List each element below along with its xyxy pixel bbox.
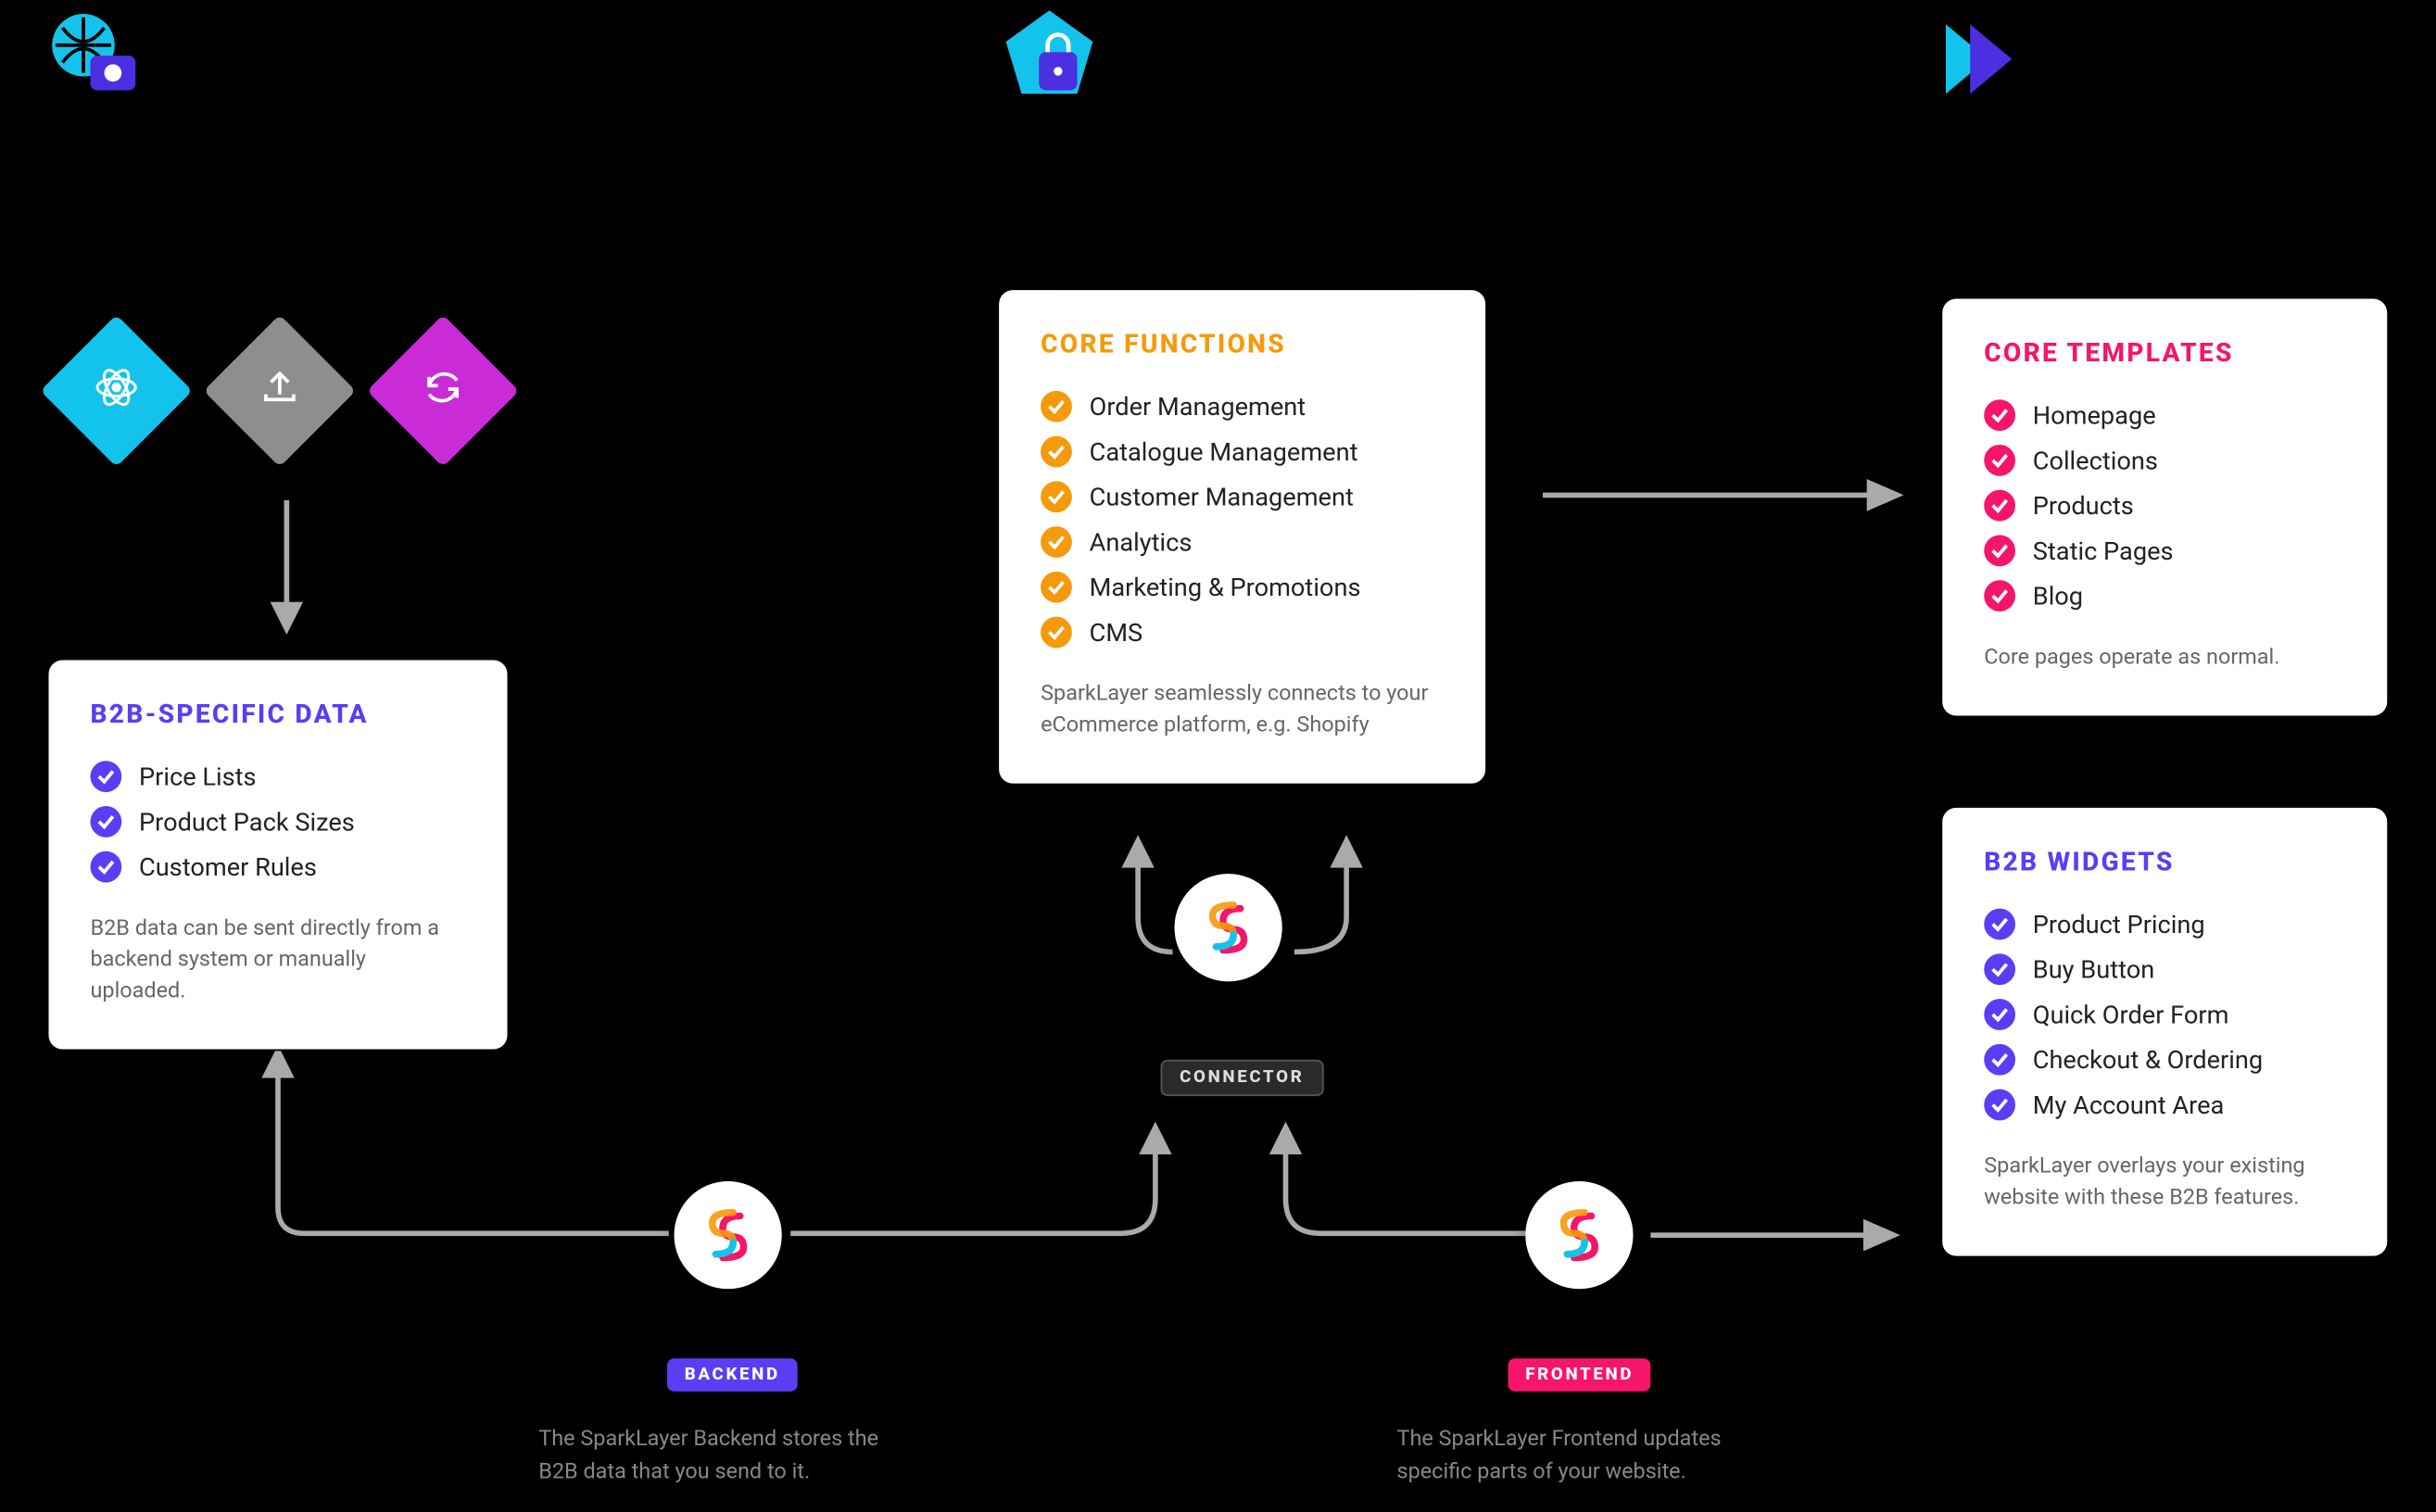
list-item: Marketing & Promotions (1041, 564, 1444, 610)
core-list: Order Management Catalogue Management Cu… (1041, 384, 1444, 655)
b2b-list: Price Lists Product Pack Sizes Customer … (91, 754, 466, 889)
check-icon (1984, 445, 2015, 476)
templates-title: CORE TEMPLATES (1984, 337, 2345, 369)
arrow-b2b-to-backend (252, 1051, 704, 1259)
card-core-templates: CORE TEMPLATES Homepage Collections Prod… (1942, 299, 2387, 716)
badge-backend: BACKEND (667, 1358, 798, 1392)
sparklayer-logo-icon (1550, 1205, 1609, 1265)
sparklayer-backend-node (675, 1181, 782, 1289)
play-forward-icon (1936, 7, 2040, 112)
list-item: Buy Button (1984, 947, 2345, 992)
check-icon (1984, 536, 2015, 567)
check-icon (91, 806, 122, 838)
diamond-api (49, 323, 184, 459)
caption-backend: The SparkLayer Backend stores the B2B da… (538, 1425, 921, 1490)
check-icon (1984, 490, 2015, 522)
b2b-note: B2B data can be sent directly from a bac… (91, 914, 466, 1008)
sync-icon (423, 367, 464, 416)
check-icon (1984, 1090, 2015, 1121)
widgets-list: Product Pricing Buy Button Quick Order F… (1984, 901, 2345, 1128)
globe-camera-icon (38, 7, 143, 112)
list-item: Customer Rules (91, 844, 466, 889)
card-b2b-widgets: B2B WIDGETS Product Pricing Buy Button Q… (1942, 808, 2387, 1256)
list-item: Catalogue Management (1041, 429, 1444, 474)
list-item: Blog (1984, 573, 2345, 619)
widgets-note: SparkLayer overlays your existing websit… (1984, 1152, 2345, 1215)
list-item: Product Pricing (1984, 901, 2345, 947)
check-icon (1041, 526, 1072, 558)
list-item: Homepage (1984, 393, 2345, 438)
list-item: CMS (1041, 610, 1444, 655)
shield-lock-icon (997, 7, 1102, 112)
diamond-sync (375, 323, 511, 459)
core-note: SparkLayer seamlessly connects to your e… (1041, 679, 1444, 742)
check-icon (1984, 953, 2015, 985)
caption-frontend: The SparkLayer Frontend updates specific… (1397, 1425, 1780, 1490)
list-item: Price Lists (91, 754, 466, 800)
check-icon (1041, 572, 1072, 603)
sparklayer-logo-icon (699, 1205, 758, 1265)
list-item: Customer Management (1041, 474, 1444, 520)
check-icon (1041, 617, 1072, 649)
check-icon (1041, 391, 1072, 422)
data-source-diamonds (49, 323, 511, 459)
list-item: Products (1984, 483, 2345, 528)
list-item: Product Pack Sizes (91, 800, 466, 845)
list-item: Checkout & Ordering (1984, 1037, 2345, 1082)
diamond-upload (212, 323, 347, 459)
arrow-diamonds-to-b2b (260, 500, 312, 639)
sparklayer-frontend-node (1525, 1181, 1633, 1289)
check-icon (1984, 580, 2015, 611)
badge-frontend: FRONTEND (1508, 1358, 1651, 1392)
widgets-title: B2B WIDGETS (1984, 846, 2345, 877)
sparklayer-logo-icon (1199, 898, 1258, 957)
list-item: Order Management (1041, 384, 1444, 429)
card-b2b-data: B2B-SPECIFIC DATA Price Lists Product Pa… (49, 661, 508, 1051)
check-icon (1041, 436, 1072, 468)
check-icon (1984, 1044, 2015, 1076)
badge-connector: CONNECTOR (1161, 1060, 1324, 1096)
arrow-backend-to-connector (790, 1120, 1207, 1259)
list-item: My Account Area (1984, 1082, 2345, 1128)
core-title: CORE FUNCTIONS (1041, 328, 1444, 359)
check-icon (1041, 481, 1072, 512)
arrow-core-to-templates (1543, 469, 1908, 521)
header-icon-row (0, 0, 2436, 121)
check-icon (1984, 399, 2015, 431)
list-item: Analytics (1041, 520, 1444, 565)
templates-list: Homepage Collections Products Static Pag… (1984, 393, 2345, 619)
upload-icon (259, 367, 300, 416)
check-icon (1984, 999, 2015, 1030)
sparklayer-connector-node (1175, 874, 1282, 981)
list-item: Quick Order Form (1984, 992, 2345, 1038)
check-icon (91, 851, 122, 883)
b2b-title: B2B-SPECIFIC DATA (91, 699, 466, 730)
atom-icon (94, 365, 139, 417)
card-core-functions: CORE FUNCTIONS Order Management Catalogu… (999, 290, 1485, 784)
check-icon (91, 761, 122, 792)
check-icon (1984, 909, 2015, 940)
list-item: Static Pages (1984, 528, 2345, 573)
list-item: Collections (1984, 438, 2345, 484)
arrow-connector-to-frontend (1251, 1120, 1546, 1259)
templates-note: Core pages operate as normal. (1984, 643, 2345, 674)
arrow-frontend-to-widgets (1650, 1213, 1911, 1265)
